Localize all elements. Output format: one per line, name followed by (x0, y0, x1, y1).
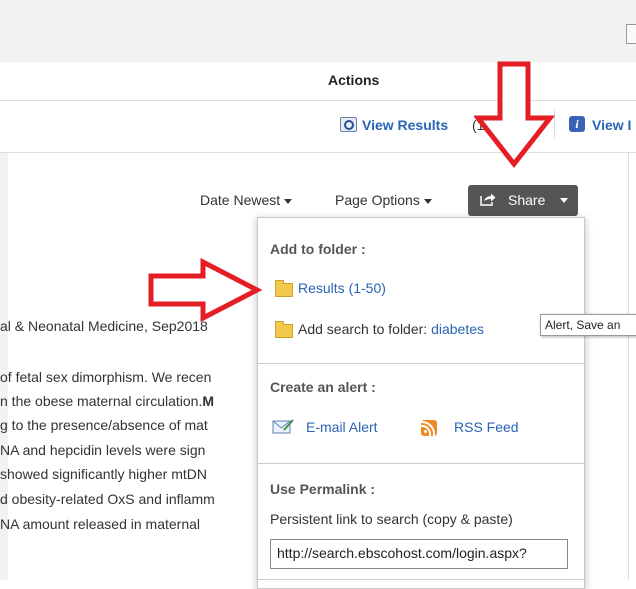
search-term-link[interactable]: diabetes (431, 321, 484, 337)
toolbar-checkbox[interactable] (626, 24, 636, 44)
share-label: Share (508, 192, 546, 208)
share-icon (480, 193, 496, 206)
chevron-down-icon (284, 198, 293, 204)
abstract-line-5: showed significantly higher mtDN (0, 466, 207, 482)
folder-icon (275, 280, 293, 297)
right-arrow-annotation (148, 258, 263, 322)
share-button[interactable]: Share (468, 185, 578, 216)
email-alert-icon (272, 419, 294, 434)
results-folder-link[interactable]: Results (1-50) (298, 280, 386, 296)
create-alert-heading: Create an alert : (270, 379, 376, 395)
rss-icon (420, 420, 437, 436)
date-sort-dropdown[interactable]: Date Newest (200, 192, 293, 208)
down-arrow-annotation (474, 61, 556, 169)
right-panel-border (628, 153, 629, 580)
folder-icon (275, 321, 293, 338)
abstract-line-3: g to the presence/absence of mat (0, 417, 208, 433)
email-alert-link[interactable]: E-mail Alert (306, 419, 378, 435)
permalink-heading: Use Permalink : (270, 481, 376, 497)
abstract-line-4: NA and hepcidin levels were sign (0, 442, 206, 458)
actions-heading: Actions (328, 72, 380, 88)
page-options-dropdown[interactable]: Page Options (335, 192, 432, 208)
share-menu: Add to folder : Results (1-50) Add searc… (257, 217, 585, 589)
abstract-line-1: of fetal sex dimorphism. We recen (0, 369, 212, 385)
view-results-link[interactable]: View Results (362, 117, 448, 133)
info-icon[interactable]: i (569, 116, 585, 132)
menu-divider (258, 363, 584, 364)
top-bar (0, 0, 636, 62)
permalink-description: Persistent link to search (copy & paste) (270, 511, 513, 527)
menu-divider (258, 463, 584, 464)
add-search-to-folder[interactable]: Add search to folder: diabetes (298, 321, 484, 337)
view-details-link[interactable]: View I (592, 117, 631, 133)
view-results-icon[interactable] (340, 117, 357, 132)
abstract-line-7: NA amount released in maternal (0, 516, 200, 532)
rss-feed-link[interactable]: RSS Feed (454, 419, 519, 435)
abstract-line-2: n the obese maternal circulation.M (0, 393, 215, 409)
tooltip: Alert, Save an (540, 314, 636, 336)
permalink-input[interactable]: http://search.ebscohost.com/login.aspx? (270, 539, 568, 569)
chevron-down-icon (423, 198, 432, 204)
chevron-down-icon (560, 198, 568, 203)
add-to-folder-heading: Add to folder : (270, 241, 366, 257)
abstract-line-6: d obesity-related OxS and inflamm (0, 491, 215, 507)
